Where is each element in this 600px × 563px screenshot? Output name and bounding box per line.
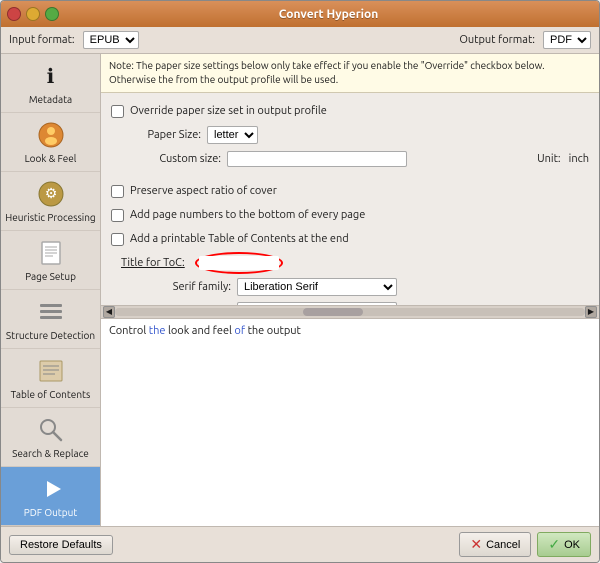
printable-toc-checkbox[interactable] [111, 233, 124, 246]
settings-panel: Override paper size set in output profil… [101, 93, 599, 305]
printable-toc-label: Add a printable Table of Contents at the… [130, 233, 349, 245]
page-setup-icon [35, 237, 67, 269]
sidebar-item-structure[interactable]: Structure Detection [1, 290, 100, 349]
override-label: Override paper size set in output profil… [130, 105, 327, 117]
override-row: Override paper size set in output profil… [111, 101, 589, 121]
note-bar: Note: The paper size settings below only… [101, 54, 599, 93]
content-area: Note: The paper size settings below only… [101, 54, 599, 526]
metadata-icon: ℹ [35, 60, 67, 92]
main-window: Convert Hyperion Input format: EPUB Outp… [0, 0, 600, 563]
ok-button[interactable]: ✓ OK [537, 532, 591, 557]
sidebar-item-heuristic[interactable]: ⚙ Heuristic Processing [1, 172, 100, 231]
output-preview-area: Control the look and feel of the output [101, 319, 599, 527]
ok-icon: ✓ [548, 536, 560, 553]
minimize-button[interactable] [26, 7, 40, 21]
sidebar-item-label: Heuristic Processing [5, 212, 95, 224]
toc-icon [35, 355, 67, 387]
output-text-control: Control [109, 325, 149, 337]
sidebar-item-label: Structure Detection [6, 330, 95, 342]
preserve-aspect-checkbox[interactable] [111, 185, 124, 198]
window-title: Convert Hyperion [64, 8, 593, 21]
title-toc-highlight [195, 252, 283, 274]
sidebar-item-label: Look & Feel [25, 153, 77, 165]
custom-size-input[interactable] [227, 151, 407, 167]
preserve-aspect-label: Preserve aspect ratio of cover [130, 185, 277, 197]
preserve-aspect-row: Preserve aspect ratio of cover [111, 181, 589, 201]
page-numbers-checkbox[interactable] [111, 209, 124, 222]
structure-icon [35, 296, 67, 328]
svg-text:⚙: ⚙ [44, 185, 57, 201]
paper-size-select[interactable]: letter A4 A5 [207, 126, 258, 144]
heuristic-icon: ⚙ [35, 178, 67, 210]
custom-size-row: Custom size: Unit: inch [111, 149, 589, 169]
output-text-look: look and feel [165, 325, 234, 337]
restore-defaults-button[interactable]: Restore Defaults [9, 535, 113, 555]
pdf-output-icon [35, 473, 67, 505]
look-feel-icon [35, 119, 67, 151]
sidebar-item-metadata[interactable]: ℹ Metadata [1, 54, 100, 113]
cancel-button[interactable]: ✕ Cancel [459, 532, 531, 557]
scrollbar-thumb[interactable] [303, 308, 363, 316]
scrollbar-track[interactable] [115, 308, 585, 316]
unit-label: Unit: [537, 153, 561, 165]
sidebar-item-search[interactable]: Search & Replace [1, 408, 100, 467]
sidebar-item-page-setup[interactable]: Page Setup [1, 231, 100, 290]
page-numbers-row: Add page numbers to the bottom of every … [111, 205, 589, 225]
sidebar-item-pdf-output[interactable]: PDF Output [1, 467, 100, 526]
titlebar: Convert Hyperion [1, 1, 599, 27]
title-toc-label: Title for ToC: [121, 257, 185, 269]
sidebar-item-label: Page Setup [25, 271, 76, 283]
output-text-output: the output [245, 325, 301, 337]
sidebar-item-label: Table of Contents [11, 389, 91, 401]
input-format-select[interactable]: EPUB [83, 31, 139, 49]
output-text-the: the [149, 325, 166, 337]
footer-bar: Restore Defaults ✕ Cancel ✓ OK [1, 526, 599, 562]
main-area: ℹ Metadata Look & Feel ⚙ [1, 54, 599, 526]
page-numbers-label: Add page numbers to the bottom of every … [130, 209, 365, 221]
sidebar: ℹ Metadata Look & Feel ⚙ [1, 54, 101, 526]
printable-toc-row: Add a printable Table of Contents at the… [111, 229, 589, 249]
note-text: Note: The paper size settings below only… [109, 60, 545, 85]
sidebar-item-look-feel[interactable]: Look & Feel [1, 113, 100, 172]
paper-size-label: Paper Size: [131, 129, 201, 141]
scroll-right-button[interactable]: ▶ [585, 306, 597, 318]
sidebar-item-label: Metadata [29, 94, 72, 106]
horizontal-scrollbar[interactable]: ◀ ▶ [101, 305, 599, 319]
close-button[interactable] [7, 7, 21, 21]
unit-value: inch [569, 153, 589, 165]
output-text-of: of [234, 325, 245, 337]
serif-family-label: Serif family: [121, 281, 231, 293]
footer-actions: ✕ Cancel ✓ OK [459, 532, 591, 557]
search-replace-icon [35, 414, 67, 446]
cancel-label: Cancel [486, 539, 520, 551]
output-format-select[interactable]: PDF [543, 31, 591, 49]
sidebar-item-toc[interactable]: Table of Contents [1, 349, 100, 408]
output-format-label: Output format: [459, 34, 535, 46]
title-toc-row: Title for ToC: [121, 253, 589, 273]
sidebar-item-label: Search & Replace [12, 448, 89, 460]
sidebar-item-label: PDF Output [24, 507, 77, 519]
input-format-label: Input format: [9, 34, 75, 46]
format-toolbar: Input format: EPUB Output format: PDF [1, 27, 599, 54]
ok-label: OK [564, 539, 580, 551]
cancel-icon: ✕ [470, 536, 482, 553]
custom-size-label: Custom size: [111, 153, 221, 165]
override-checkbox[interactable] [111, 105, 124, 118]
serif-family-select[interactable]: Liberation Serif Times New Roman [237, 278, 397, 296]
maximize-button[interactable] [45, 7, 59, 21]
title-toc-input[interactable] [199, 256, 279, 270]
serif-family-row: Serif family: Liberation Serif Times New… [121, 277, 589, 297]
paper-size-row: Paper Size: letter A4 A5 [111, 125, 589, 145]
scroll-left-button[interactable]: ◀ [103, 306, 115, 318]
